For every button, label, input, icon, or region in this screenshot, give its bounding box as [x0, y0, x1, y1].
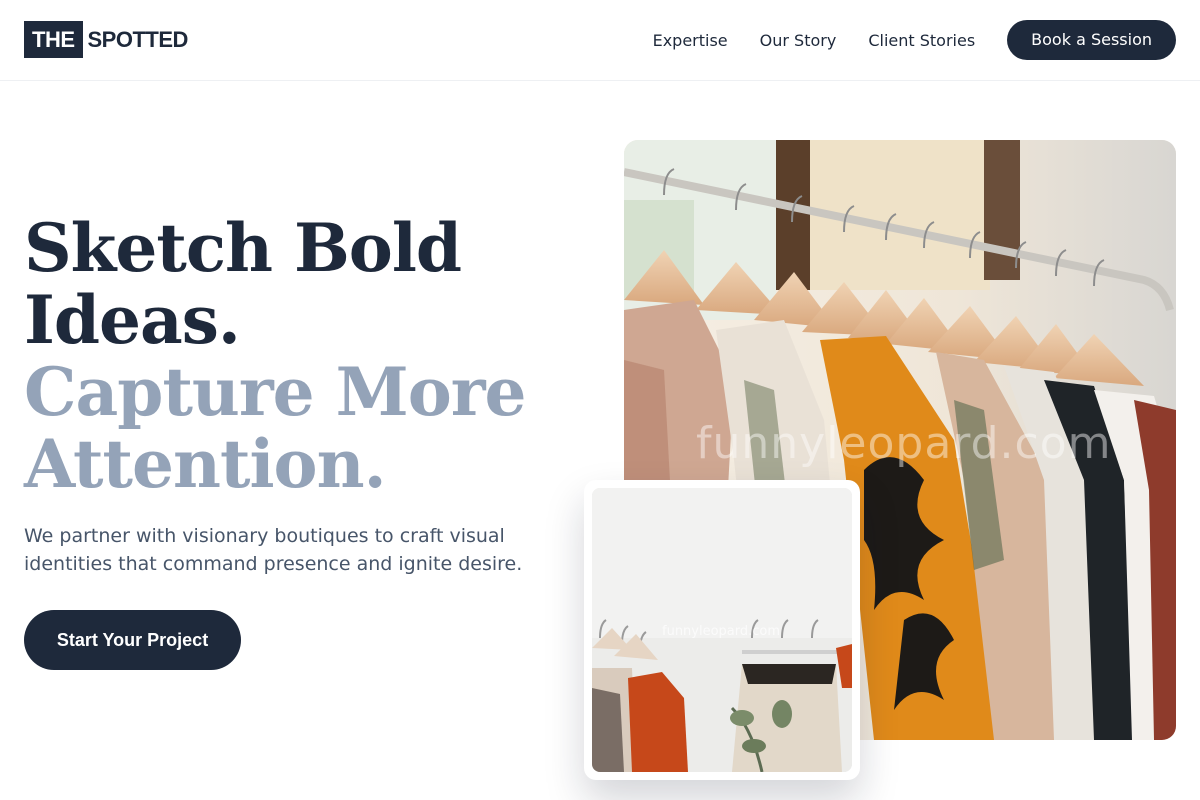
hero-title-line: Capture More — [24, 353, 527, 431]
hero-title-line: Ideas. — [24, 281, 241, 359]
nav-link-our-story[interactable]: Our Story — [760, 31, 837, 50]
small-image-watermark: funnyleopard.com — [662, 624, 781, 639]
hero-title: Sketch Bold Ideas. Capture More Attentio… — [24, 212, 584, 500]
start-project-button[interactable]: Start Your Project — [24, 610, 241, 670]
logo-box: THE — [24, 21, 83, 58]
book-session-button[interactable]: Book a Session — [1007, 20, 1176, 60]
boutique-photo-card: funnyleopard.com — [584, 480, 860, 780]
main-nav: Expertise Our Story Client Stories Book … — [653, 20, 1176, 60]
hero-title-line: Sketch Bold — [24, 209, 462, 287]
hero-subtitle: We partner with visionary boutiques to c… — [24, 525, 523, 575]
hero-title-line: Attention. — [24, 425, 387, 503]
site-header: THE SPOTTED Expertise Our Story Client S… — [0, 0, 1200, 81]
logo[interactable]: THE SPOTTED — [24, 21, 188, 58]
image-watermark: funnyleopard.com — [696, 418, 1112, 469]
nav-link-expertise[interactable]: Expertise — [653, 31, 728, 50]
boutique-rack-image: funnyleopard.com — [592, 488, 852, 772]
nav-link-client-stories[interactable]: Client Stories — [868, 31, 975, 50]
logo-text: SPOTTED — [87, 26, 189, 52]
